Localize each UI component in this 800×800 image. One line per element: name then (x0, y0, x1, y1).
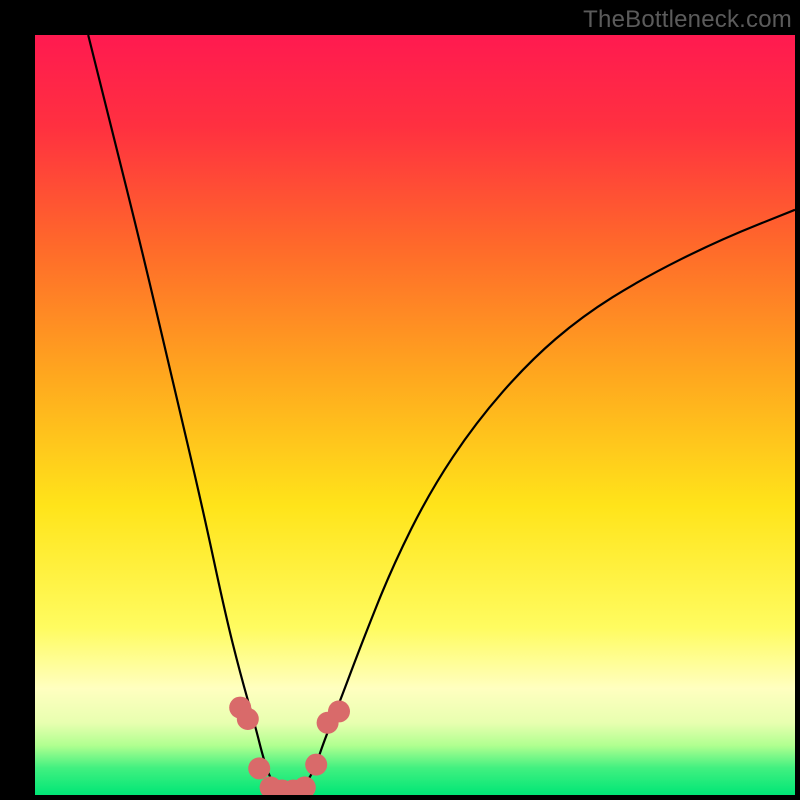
plot-area (35, 35, 795, 795)
series-marker (248, 757, 270, 779)
series-marker (237, 708, 259, 730)
watermark-text: TheBottleneck.com (583, 6, 792, 34)
series-marker (305, 754, 327, 776)
bottleneck-curve (35, 35, 795, 795)
series-marker (328, 700, 350, 722)
series-marker (294, 776, 316, 795)
chart-frame: TheBottleneck.com (0, 0, 800, 800)
